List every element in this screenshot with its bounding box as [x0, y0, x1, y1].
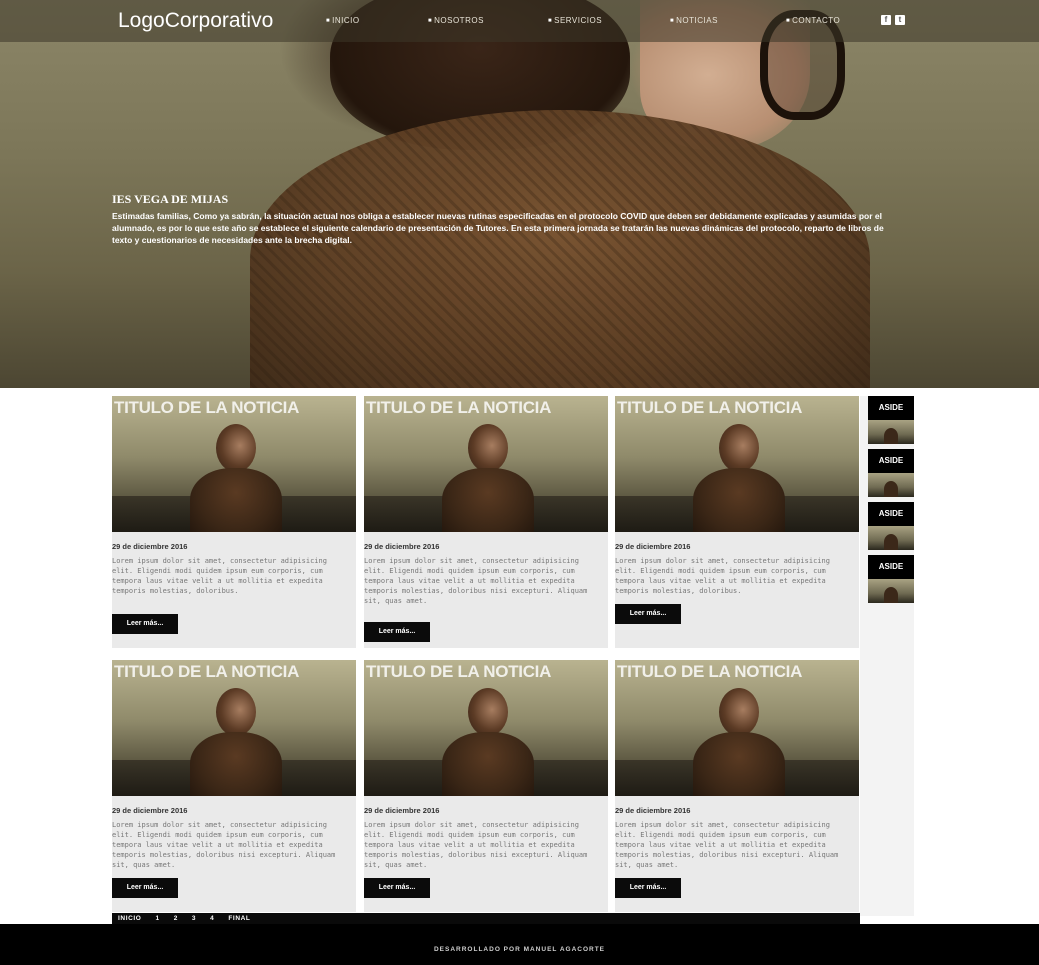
aside-image [868, 473, 914, 497]
news-card-title: TITULO DE LA NOTICIA [114, 662, 300, 681]
news-card-title: TITULO DE LA NOTICIA [366, 662, 552, 681]
nav-item-label: NOTICIAS [676, 16, 718, 25]
news-card: TITULO DE LA NOTICIA 29 de diciembre 201… [112, 396, 356, 648]
read-more-button[interactable]: Leer más... [112, 614, 178, 634]
nav-item-inicio[interactable]: ■ INICIO [326, 16, 360, 25]
logo[interactable]: LogoCorporativo [118, 9, 273, 33]
aside-label: ASIDE [868, 449, 914, 473]
nav-item-noticias[interactable]: ■ NOTICIAS [670, 16, 718, 25]
news-card: TITULO DE LA NOTICIA 29 de diciembre 201… [615, 660, 859, 912]
news-card-title: TITULO DE LA NOTICIA [366, 398, 552, 417]
footer: DESARROLLADO POR MANUEL AGACORTE [0, 924, 1039, 965]
aside-label: ASIDE [868, 396, 914, 420]
news-card-image[interactable]: TITULO DE LA NOTICIA [364, 396, 608, 532]
nav-item-label: NOSOTROS [434, 16, 484, 25]
news-card-image[interactable]: TITULO DE LA NOTICIA [615, 396, 859, 532]
news-card: TITULO DE LA NOTICIA 29 de diciembre 201… [364, 396, 608, 648]
news-card-image[interactable]: TITULO DE LA NOTICIA [364, 660, 608, 796]
pagination-page-4[interactable]: 4 [210, 915, 214, 922]
news-card-text: Lorem ipsum dolor sit amet, consectetur … [364, 821, 588, 869]
hero-body: Estimadas familias, Como ya sabrán, la s… [112, 211, 884, 245]
aside-label: ASIDE [868, 502, 914, 526]
news-card-date: 29 de diciembre 2016 [112, 542, 188, 551]
aside-image [868, 420, 914, 444]
pagination: INICIO 1 2 3 4 FINAL [112, 913, 860, 924]
twitter-icon[interactable]: t [895, 15, 905, 25]
news-card-text: Lorem ipsum dolor sit amet, consectetur … [112, 821, 336, 869]
facebook-icon[interactable]: f [881, 15, 891, 25]
news-card-image[interactable]: TITULO DE LA NOTICIA [615, 660, 859, 796]
nav-item-label: CONTACTO [792, 16, 841, 25]
news-card: TITULO DE LA NOTICIA 29 de diciembre 201… [615, 396, 859, 648]
contact-icon: ■ [786, 17, 791, 24]
read-more-button[interactable]: Leer más... [615, 878, 681, 898]
hero-image-scarf [250, 110, 870, 388]
pagination-page-2[interactable]: 2 [174, 915, 178, 922]
footer-credit: DESARROLLADO POR MANUEL AGACORTE [433, 946, 606, 953]
aside-block[interactable]: ASIDE [868, 502, 914, 550]
news-card-image[interactable]: TITULO DE LA NOTICIA [112, 396, 356, 532]
news-card-title: TITULO DE LA NOTICIA [617, 662, 803, 681]
users-icon: ■ [428, 17, 433, 24]
aside-block[interactable]: ASIDE [868, 449, 914, 497]
news-card-date: 29 de diciembre 2016 [364, 806, 440, 815]
social-links: f t [881, 15, 905, 25]
news-icon: ■ [670, 17, 675, 24]
news-card-date: 29 de diciembre 2016 [615, 806, 691, 815]
news-card-text: Lorem ipsum dolor sit amet, consectetur … [112, 557, 327, 595]
news-card-text: Lorem ipsum dolor sit amet, consectetur … [615, 821, 839, 869]
news-card: TITULO DE LA NOTICIA 29 de diciembre 201… [112, 660, 356, 912]
aside-label: ASIDE [868, 555, 914, 579]
nav-item-contacto[interactable]: ■ CONTACTO [786, 16, 840, 25]
aside-block[interactable]: ASIDE [868, 555, 914, 603]
news-card-date: 29 de diciembre 2016 [615, 542, 691, 551]
pagination-page-1[interactable]: 1 [155, 915, 159, 922]
home-icon: ■ [326, 17, 331, 24]
news-card-text: Lorem ipsum dolor sit amet, consectetur … [364, 557, 588, 605]
news-card-text: Lorem ipsum dolor sit amet, consectetur … [615, 557, 830, 595]
news-card-date: 29 de diciembre 2016 [364, 542, 440, 551]
read-more-button[interactable]: Leer más... [112, 878, 178, 898]
news-card-date: 29 de diciembre 2016 [112, 806, 188, 815]
pagination-last[interactable]: FINAL [228, 915, 250, 922]
aside-image [868, 526, 914, 550]
services-icon: ■ [548, 17, 553, 24]
pagination-first[interactable]: INICIO [118, 915, 141, 922]
read-more-button[interactable]: Leer más... [364, 622, 430, 642]
news-card-image[interactable]: TITULO DE LA NOTICIA [112, 660, 356, 796]
hero-text: IES VEGA DE MIJAS Estimadas familias, Co… [112, 192, 892, 246]
pagination-page-3[interactable]: 3 [192, 915, 196, 922]
news-card: TITULO DE LA NOTICIA 29 de diciembre 201… [364, 660, 608, 912]
news-card-title: TITULO DE LA NOTICIA [114, 398, 300, 417]
nav-item-nosotros[interactable]: ■ NOSOTROS [428, 16, 484, 25]
nav-item-label: SERVICIOS [554, 16, 603, 25]
nav-item-servicios[interactable]: ■ SERVICIOS [548, 16, 602, 25]
read-more-button[interactable]: Leer más... [364, 878, 430, 898]
hero-banner: IES VEGA DE MIJAS Estimadas familias, Co… [0, 0, 1039, 388]
nav-item-label: INICIO [332, 16, 360, 25]
hero-title: IES VEGA DE MIJAS [112, 192, 229, 206]
news-card-title: TITULO DE LA NOTICIA [617, 398, 803, 417]
top-navbar: LogoCorporativo ■ INICIO ■ NOSOTROS ■ SERVI… [0, 0, 1039, 42]
read-more-button[interactable]: Leer más... [615, 604, 681, 624]
aside-image [868, 579, 914, 603]
aside-block[interactable]: ASIDE [868, 396, 914, 444]
